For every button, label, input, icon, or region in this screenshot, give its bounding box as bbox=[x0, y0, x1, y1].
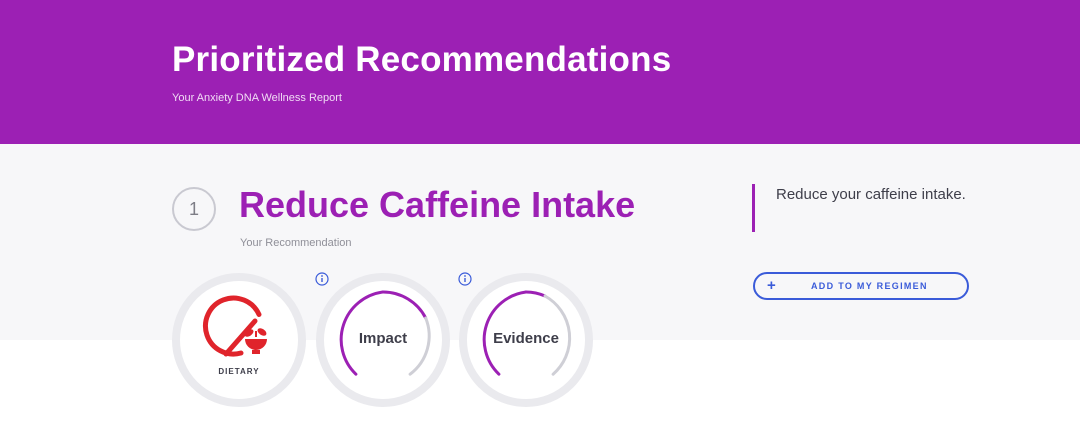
category-label: DIETARY bbox=[218, 367, 260, 376]
add-to-regimen-button[interactable]: + ADD TO MY REGIMEN bbox=[753, 272, 969, 300]
plus-icon: + bbox=[767, 277, 776, 294]
evidence-badge: Evidence bbox=[457, 271, 595, 409]
report-subtitle: Your Anxiety DNA Wellness Report bbox=[172, 92, 342, 104]
summary-accent-bar bbox=[752, 184, 755, 232]
recommendation-subtitle: Your Recommendation bbox=[240, 237, 352, 249]
report-header: Prioritized Recommendations Your Anxiety… bbox=[0, 0, 1080, 144]
recommendation-number: 1 bbox=[172, 187, 216, 231]
impact-label: Impact bbox=[358, 330, 408, 347]
recommendation-title: Reduce Caffeine Intake bbox=[239, 184, 636, 225]
info-icon[interactable] bbox=[314, 271, 330, 287]
category-badge: DIETARY bbox=[170, 271, 308, 409]
info-icon[interactable] bbox=[457, 271, 473, 287]
impact-badge: Impact bbox=[314, 271, 452, 409]
no-caffeine-food-icon bbox=[203, 295, 267, 357]
evidence-label: Evidence bbox=[493, 330, 559, 347]
page-title: Prioritized Recommendations bbox=[172, 40, 672, 79]
recommendation-summary: Reduce your caffeine intake. bbox=[776, 186, 966, 203]
add-to-regimen-label: ADD TO MY REGIMEN bbox=[811, 281, 928, 291]
